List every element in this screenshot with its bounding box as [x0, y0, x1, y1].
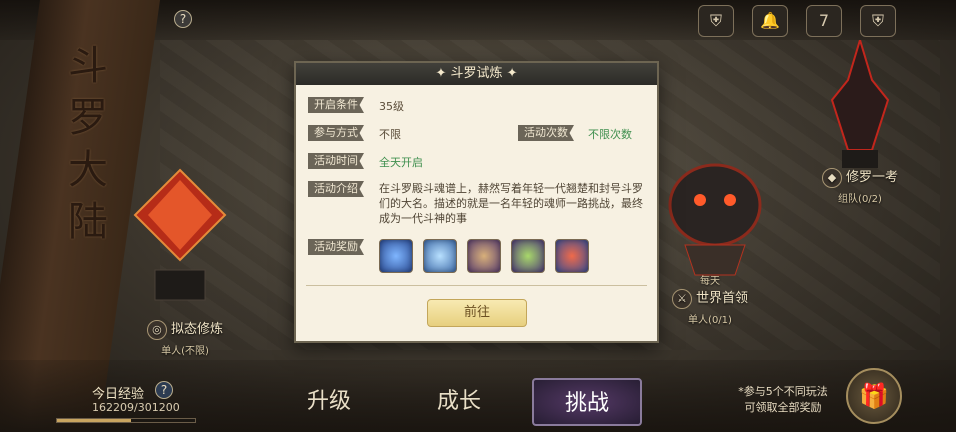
time-label: 活动时间: [308, 153, 364, 169]
reward-label: 活动奖励: [308, 239, 364, 255]
shura-icon: ◆: [821, 167, 842, 188]
help-icon[interactable]: ?: [174, 10, 192, 28]
node-sub: 单人(0/1): [688, 314, 732, 326]
exp-progress-bar: [56, 418, 196, 423]
shield-icon[interactable]: ⛨: [860, 5, 896, 37]
reward-book-icon[interactable]: [511, 239, 545, 273]
tab-upgrade[interactable]: 升级: [274, 378, 384, 426]
intro-label: 活动介绍: [308, 181, 364, 197]
bottom-tabs: 升级 成长 挑战: [264, 372, 644, 432]
go-button[interactable]: 前往: [427, 299, 527, 327]
modal-divider: [306, 285, 647, 286]
calendar-icon[interactable]: 7: [806, 5, 842, 37]
count-value: 不限次数: [588, 128, 632, 141]
count-label: 活动次数: [518, 125, 574, 141]
exp-progress-fill: [57, 419, 132, 422]
scroll-title: 斗罗大陆: [68, 43, 108, 245]
node-name: ◆ 修罗一考: [805, 166, 915, 188]
node-name: ⚔ 世界首领: [655, 287, 765, 309]
tab-challenge[interactable]: 挑战: [532, 378, 642, 426]
node-name: ◎ 拟态修炼: [130, 318, 240, 340]
join-label: 参与方式: [308, 125, 364, 141]
boss-icon: ⚔: [671, 288, 692, 309]
daily-exp-value: 162209/301200: [92, 401, 180, 414]
bell-icon[interactable]: 🔔: [752, 5, 788, 37]
shield-icon[interactable]: ⛨: [698, 5, 734, 37]
help-icon[interactable]: ?: [155, 381, 173, 399]
reward-note: *参与5个不同玩法 可领取全部奖励: [738, 385, 828, 414]
node-sub: 组队(0/2): [838, 193, 882, 205]
node-world-boss[interactable]: 每天 ⚔ 世界首领 单人(0/1): [655, 270, 765, 326]
crystal-left-icon[interactable]: [120, 160, 240, 310]
node-mimic-training[interactable]: ◎ 拟态修炼 单人(不限): [130, 318, 240, 357]
intro-text: 在斗罗殿斗魂谱上，赫然写着年轻一代翘楚和封号斗罗们的大名。描述的就是一名年轻的魂…: [379, 182, 643, 225]
tab-growth[interactable]: 成长: [404, 378, 514, 426]
gift-icon[interactable]: 🎁: [846, 368, 902, 424]
reward-mushroom-icon[interactable]: [555, 239, 589, 273]
reward-crystal-icon[interactable]: [423, 239, 457, 273]
world-boss-icon[interactable]: [655, 150, 775, 280]
reward-staff-icon[interactable]: [467, 239, 501, 273]
top-icon-group: ⛨ 🔔 7 ⛨: [698, 5, 896, 37]
world-boss-tag: 每天: [700, 276, 720, 287]
open-cond-value: 35级: [379, 100, 404, 113]
open-cond-label: 开启条件: [308, 97, 364, 113]
join-value: 不限: [379, 128, 401, 141]
shura-tower-icon[interactable]: [820, 40, 900, 170]
node-sub: 单人(不限): [161, 345, 209, 357]
training-icon: ◎: [146, 319, 167, 340]
modal-title: ✦ 斗罗试炼 ✦: [296, 63, 657, 85]
reward-orb-icon[interactable]: [379, 239, 413, 273]
activity-modal: ✦ 斗罗试炼 ✦ 开启条件 35级 参与方式 不限 活动次数 不限次数 活动时间…: [294, 61, 659, 343]
time-value: 全天开启: [379, 156, 423, 169]
node-shura-test[interactable]: ◆ 修罗一考 组队(0/2): [805, 166, 915, 205]
daily-exp-label: 今日经验: [92, 387, 145, 402]
